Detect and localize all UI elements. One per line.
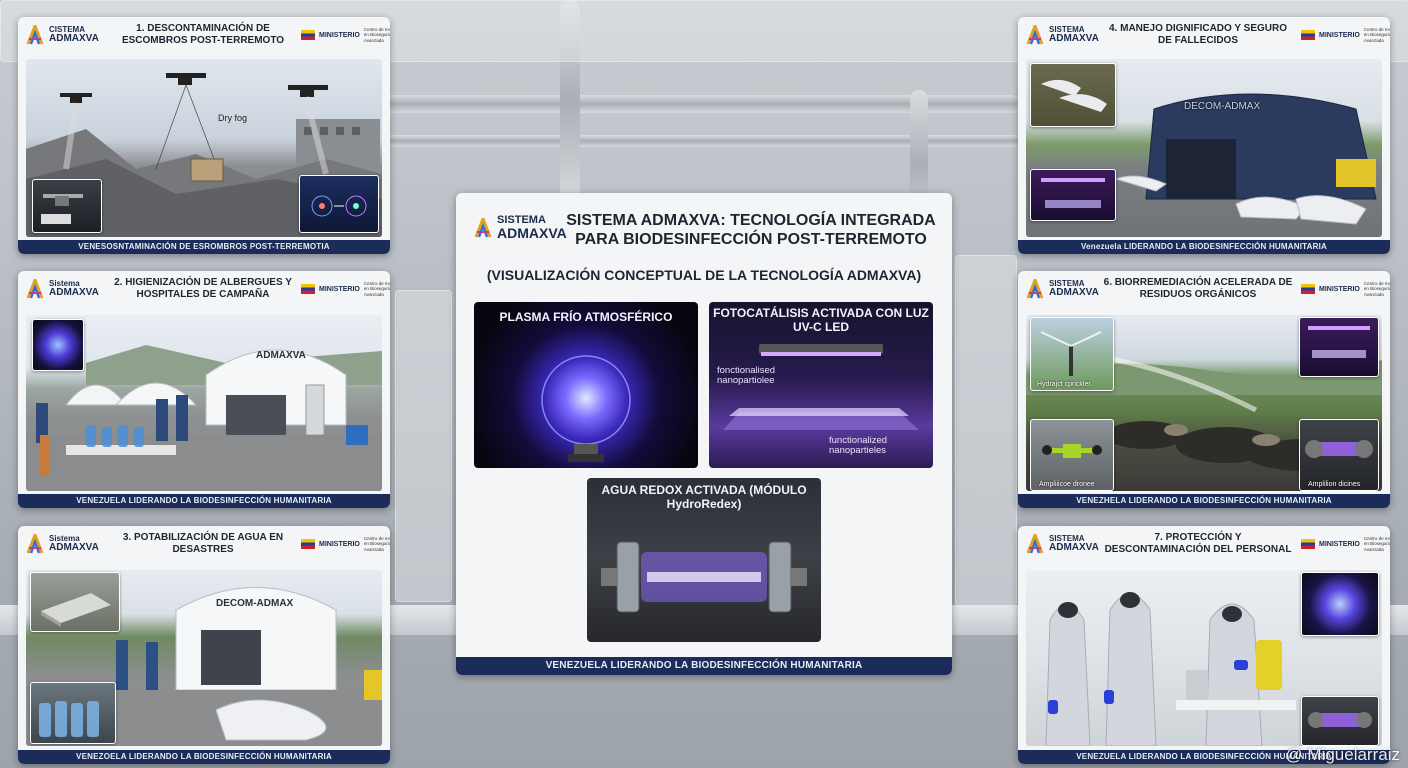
venezuela-flag-icon — [301, 30, 315, 41]
tent-label: ADMAXVA — [256, 350, 306, 361]
panel-shelter-hygiene: Sistema ADMAXVA 2. HIGIENIZACIÓN DE ALBER… — [18, 271, 390, 508]
rubble-drone-photo: Dry fog — [26, 59, 382, 237]
main-title: SISTEMA ADMAXVA: TECNOLOGÍA INTEGRADA PA… — [566, 212, 936, 249]
tent-label: DECOM-ADMAX — [1184, 101, 1261, 112]
nanoparticle-label: functionalized nanopartieles — [829, 435, 888, 457]
panel-title: 6. BIORREMEDIACIÓN ACELERADA DE RESIDUOS… — [1103, 277, 1293, 300]
waste-field-photo: Hydrajct cprickler. Ampliiicoe dronee Am… — [1026, 315, 1382, 491]
admaxva-logo-icon — [26, 279, 44, 299]
body-bags-inset — [1030, 63, 1116, 127]
panel-title: 2. HIGIENIZACIÓN DE ALBERGUES Y HOSPITAL… — [114, 277, 292, 300]
panel-footer: VENEZUELA LIDERANDO LA BIODESINFECCIÓN H… — [18, 494, 390, 508]
tent-label: DECOM-ADMAX — [216, 598, 294, 609]
redox-water-tile: AGUA REDOX ACTIVADA (MÓDULO HydroRedex) — [587, 478, 821, 642]
sprinkler-caption: Hydrajct cprickler. — [1037, 381, 1093, 388]
panel-footer: VENEZHELA LIDERANDO LA BIODESINFECCIÓN H… — [1018, 494, 1390, 508]
venezuela-flag-icon — [1301, 30, 1315, 41]
field-hospital-photo: ADMAXVA — [26, 315, 382, 491]
plasma-inset — [32, 319, 84, 371]
plasma-inset — [1301, 572, 1379, 636]
molecule-inset — [299, 175, 379, 233]
drone-inset — [32, 179, 102, 233]
panel-footer: VENEZUELA LIDERANDO LA BIODESINFECCIÓN H… — [456, 657, 952, 675]
admaxva-logo: SISTEMA ADMAXVA — [1026, 25, 1099, 45]
device-inset: Amplilion dicines — [1299, 419, 1379, 491]
admaxva-logo: Sistema ADMAXVA — [26, 279, 99, 299]
nanoparticle-label: fonctionalised nanopartiolee — [717, 365, 776, 387]
equipment-inset — [30, 572, 120, 632]
bottles-inset — [30, 682, 116, 744]
ministry-badge: MINISTERIO Centro de Innovación en Biose… — [1301, 281, 1390, 297]
admaxva-logo-icon — [1026, 279, 1044, 299]
photocatalysis-tile: FOTOCATÁLISIS ACTIVADA CON LUZ UV-C LED … — [709, 302, 933, 468]
admaxva-logo-icon — [26, 534, 44, 554]
venezuela-flag-icon — [1301, 284, 1315, 295]
drone-inset: Ampliiicoe dronee — [1030, 419, 1114, 491]
main-subtitle: (VISUALIZACIÓN CONCEPTUAL DE LA TECNOLOG… — [486, 267, 922, 283]
panel-personnel-protection: SISTEMA ADMAXVA 7. PROTECCIÓN Y DESCONTAM… — [1018, 526, 1390, 764]
panel-footer: VENEZOELA LIDERANDO LA BIODESINFECCIÓN H… — [18, 750, 390, 764]
ministry-badge: MINISTERIO Centro de Innovación en Biose… — [1301, 27, 1390, 43]
sprinkler-inset: Hydrajct cprickler. — [1030, 317, 1114, 391]
panel-footer: VENESOSNTAMINACIÓN DE ESROMBROS POST-TER… — [18, 240, 390, 254]
admaxva-logo: SISTEMA ADMAXVA — [1026, 279, 1099, 299]
cold-plasma-tile: PLASMA FRÍO ATMOSFÉRICO — [474, 302, 698, 468]
uv-tray-inset — [1299, 317, 1379, 377]
panel-deceased-handling: SISTEMA ADMAXVA 4. MANEJO DIGNIFICADO Y S… — [1018, 17, 1390, 254]
admaxva-logo: Sistema ADMAXVA — [26, 534, 99, 554]
admaxva-logo: SISTEMA ADMAXVA — [474, 215, 567, 240]
author-watermark: @ Miguelarraiz — [1285, 745, 1400, 764]
device-caption: Amplilion dicines — [1308, 481, 1361, 488]
water-station-photo: DECOM-ADMAX — [26, 570, 382, 746]
panel-rubble-decontamination: CISTEMA ADMAXVA 1. DESCONTAMINACIÓN DE ES… — [18, 17, 390, 254]
admaxva-logo-icon — [1026, 25, 1044, 45]
admaxva-logo-icon — [1026, 534, 1044, 554]
ministry-badge: MINISTERIO Centro de Innovación en Biose… — [301, 536, 390, 552]
admaxva-logo: CISTEMA ADMAXVA — [26, 25, 99, 45]
central-technology-panel: SISTEMA ADMAXVA SISTEMA ADMAXVA: TECNOLOG… — [456, 193, 952, 675]
morgue-tent-photo: DECOM-ADMAX — [1026, 59, 1382, 237]
uv-tray-inset — [1030, 169, 1116, 221]
panel-title: 7. PROTECCIÓN Y DESCONTAMINACIÓN DEL PER… — [1104, 532, 1292, 555]
venezuela-flag-icon — [1301, 539, 1315, 550]
venezuela-flag-icon — [301, 539, 315, 550]
panel-footer: Venezuela LIDERANDO LA BIODESINFECCIÓN H… — [1018, 240, 1390, 254]
drone-caption: Ampliiicoe dronee — [1039, 481, 1095, 488]
admaxva-logo: SISTEMA ADMAXVA — [1026, 534, 1099, 554]
ministry-badge: MINISTERIO Centro de Innovación en Biose… — [1301, 536, 1390, 552]
admaxva-logo-icon — [26, 25, 44, 45]
hazmat-team-photo — [1026, 570, 1382, 746]
panel-bioremediation: SISTEMA ADMAXVA 6. BIORREMEDIACIÓN ACELER… — [1018, 271, 1390, 508]
device-inset — [1301, 696, 1379, 746]
admaxva-logo-icon — [474, 217, 492, 238]
ministry-badge: MINISTERIO Centro de Innovación en Biose… — [301, 281, 390, 297]
ministry-badge: MINISTERIO Centro de Innovación en Biose… — [301, 27, 390, 43]
dry-fog-label: Dry fog — [218, 113, 248, 123]
venezuela-flag-icon — [301, 284, 315, 295]
panel-title: 4. MANEJO DIGNIFICADO Y SEGURO DE FALLEC… — [1109, 23, 1287, 46]
panel-title: 3. POTABILIZACIÓN DE AGUA EN DESASTRES — [122, 532, 284, 555]
panel-title: 1. DESCONTAMINACIÓN DE ESCOMBROS POST-TE… — [121, 23, 285, 46]
panel-water-purification: Sistema ADMAXVA 3. POTABILIZACIÓN DE AGUA… — [18, 526, 390, 764]
